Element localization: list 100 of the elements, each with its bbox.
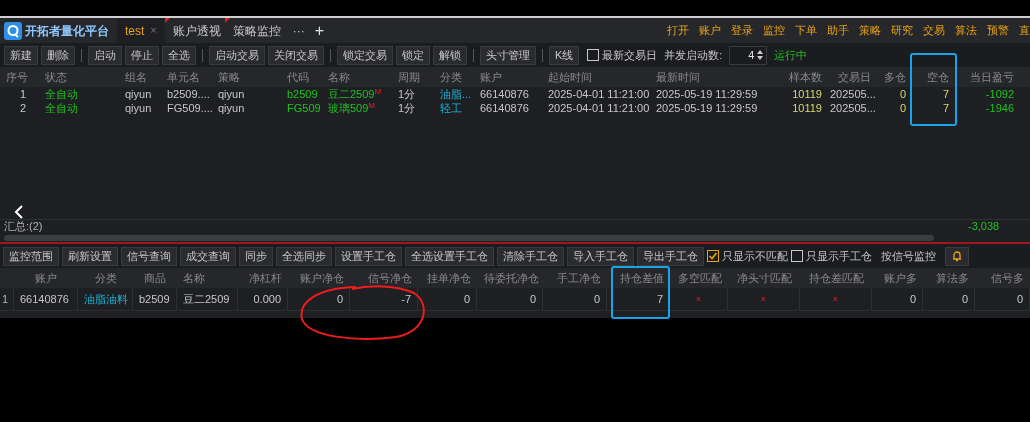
table-cell-text: 2 bbox=[18, 101, 27, 115]
table-cell: 66140876 bbox=[14, 288, 78, 310]
column-header[interactable]: 起始时间 bbox=[544, 68, 652, 86]
toolbar-button[interactable]: 锁定 bbox=[396, 45, 430, 65]
menu-item[interactable]: 打开 bbox=[667, 22, 689, 39]
table-cell-text: 10119 bbox=[791, 87, 823, 101]
table-cell-text: 66140876 bbox=[479, 87, 530, 101]
column-header[interactable]: 分类 bbox=[436, 68, 476, 86]
toolbar-button[interactable]: 新建 bbox=[4, 45, 38, 65]
toolbar-button[interactable]: K线 bbox=[549, 45, 580, 65]
close-icon[interactable]: × bbox=[150, 22, 157, 39]
column-header[interactable]: 手工净仓 bbox=[543, 269, 607, 287]
menu-item[interactable]: 预警 bbox=[987, 22, 1009, 39]
column-header[interactable]: 单元名 bbox=[163, 68, 214, 86]
menu-item[interactable]: 登录 bbox=[731, 22, 753, 39]
toolbar-button[interactable]: 导出手工仓 bbox=[637, 246, 704, 266]
column-header[interactable]: 账户净仓 bbox=[288, 269, 350, 287]
column-header[interactable]: 最新时间 bbox=[652, 68, 770, 86]
table-cell-text: 2025-04-01 11:21:00 bbox=[547, 101, 651, 115]
checkbox[interactable] bbox=[791, 250, 803, 262]
menu-item[interactable]: 账户 bbox=[699, 22, 721, 39]
toolbar-button[interactable]: 同步 bbox=[239, 246, 273, 266]
column-header[interactable]: 多仓 bbox=[875, 68, 910, 86]
table-cell-text: 豆二2509$^{M}$ bbox=[327, 87, 383, 101]
toolbar-button[interactable]: 全选 bbox=[162, 45, 196, 65]
column-header[interactable]: 信号净仓 bbox=[350, 269, 418, 287]
column-header[interactable]: 持仓差值 bbox=[607, 269, 670, 287]
column-header[interactable]: 代码 bbox=[283, 68, 324, 86]
table-cell-text: 玻璃509$^{M}$ bbox=[327, 101, 377, 115]
table-cell-text: qiyun bbox=[124, 87, 153, 101]
table-cell-text: 油脂... bbox=[439, 87, 473, 101]
column-header[interactable]: 账户多 bbox=[872, 269, 923, 287]
column-header[interactable]: 当日盈亏 bbox=[955, 68, 1020, 86]
column-header[interactable]: 待委托净仓 bbox=[477, 269, 543, 287]
checkbox[interactable] bbox=[707, 250, 719, 262]
column-header[interactable]: 分类 bbox=[78, 269, 133, 287]
column-header[interactable]: 策略 bbox=[214, 68, 283, 86]
tab[interactable]: 账户透视 bbox=[164, 18, 225, 43]
column-header[interactable]: 名称 bbox=[177, 269, 238, 287]
toolbar-button[interactable]: 启动交易 bbox=[209, 45, 265, 65]
column-header[interactable]: 样本数 bbox=[770, 68, 826, 86]
column-header[interactable]: 状态 bbox=[40, 68, 120, 86]
menu-item[interactable]: 助手 bbox=[827, 22, 849, 39]
table-cell-text: 轻工 bbox=[439, 101, 463, 115]
table-cell-text: b2509 bbox=[286, 87, 319, 101]
toolbar-button[interactable]: 删除 bbox=[41, 45, 75, 65]
column-header[interactable]: 名称 bbox=[324, 68, 394, 86]
table-cell-text: 0 bbox=[898, 87, 907, 101]
column-header[interactable]: 商品 bbox=[133, 269, 177, 287]
menu-item[interactable]: 策略 bbox=[859, 22, 881, 39]
scrollbar[interactable] bbox=[4, 234, 934, 241]
toolbar-button[interactable]: 关闭交易 bbox=[268, 45, 324, 65]
column-header[interactable]: 周期 bbox=[394, 68, 436, 86]
tab[interactable]: 策略监控 bbox=[224, 18, 285, 43]
toolbar-button[interactable]: 成交查询 bbox=[180, 246, 236, 266]
column-header[interactable]: 净杠杆 bbox=[238, 269, 288, 287]
menu-item[interactable]: 直 bbox=[1019, 22, 1030, 39]
column-header[interactable]: 序号 bbox=[0, 68, 40, 86]
column-header[interactable]: 挂单净仓 bbox=[418, 269, 477, 287]
column-header[interactable]: 账户 bbox=[14, 269, 78, 287]
column-header[interactable]: 持仓差匹配 bbox=[800, 269, 872, 287]
column-header[interactable]: 信号多 bbox=[975, 269, 1030, 287]
add-tab-button[interactable]: + bbox=[312, 18, 327, 43]
toolbar-button[interactable]: 锁定交易 bbox=[337, 45, 393, 65]
column-header[interactable]: 多空匹配 bbox=[670, 269, 728, 287]
column-header[interactable]: 净头寸匹配 bbox=[728, 269, 800, 287]
toolbar-button[interactable]: 解锁 bbox=[433, 45, 467, 65]
column-header[interactable]: 空仓 bbox=[910, 68, 955, 86]
toolbar-button[interactable]: 导入手工仓 bbox=[567, 246, 634, 266]
table-cell-text: 0 bbox=[898, 101, 907, 115]
chevron-left-icon[interactable] bbox=[14, 205, 24, 219]
checkbox[interactable] bbox=[587, 49, 600, 61]
toolbar-button[interactable]: 全选同步 bbox=[276, 246, 332, 266]
menu-item[interactable]: 研究 bbox=[891, 22, 913, 39]
column-header[interactable]: 账户 bbox=[476, 68, 544, 86]
bell-button[interactable] bbox=[945, 246, 969, 266]
number-spinner[interactable]: 4 bbox=[729, 45, 768, 65]
column-header[interactable]: 交易日 bbox=[826, 68, 875, 86]
column-header[interactable]: 组名 bbox=[120, 68, 163, 86]
table-cell: × bbox=[728, 288, 800, 310]
toolbar-button[interactable]: 监控范围 bbox=[3, 246, 59, 266]
toolbar-button[interactable]: 全选设置手工仓 bbox=[405, 246, 494, 266]
table-cell: b2509 bbox=[133, 288, 177, 310]
toolbar-button[interactable]: 清除手工仓 bbox=[497, 246, 564, 266]
more-tabs-button[interactable]: ··· bbox=[284, 21, 313, 40]
column-header[interactable]: 算法多 bbox=[923, 269, 975, 287]
table-cell-text: 1分 bbox=[397, 101, 417, 115]
toolbar-button[interactable]: 启动 bbox=[88, 45, 122, 65]
menu-item[interactable]: 交易 bbox=[923, 22, 945, 39]
toolbar-button[interactable]: 设置手工仓 bbox=[335, 246, 402, 266]
menu-item[interactable]: 下单 bbox=[795, 22, 817, 39]
toolbar-button[interactable]: 刷新设置 bbox=[62, 246, 118, 266]
table-cell-text: 2025-04-01 11:21:00 bbox=[547, 87, 651, 101]
toolbar-button[interactable]: 信号查询 bbox=[121, 246, 177, 266]
menu-item[interactable]: 算法 bbox=[955, 22, 977, 39]
tab[interactable]: test × bbox=[117, 18, 165, 43]
toolbar-button[interactable]: 停止 bbox=[125, 45, 159, 65]
menu-item[interactable]: 监控 bbox=[763, 22, 785, 39]
table-cell-text: b2509.... bbox=[166, 87, 211, 101]
toolbar-button[interactable]: 头寸管理 bbox=[480, 45, 536, 65]
